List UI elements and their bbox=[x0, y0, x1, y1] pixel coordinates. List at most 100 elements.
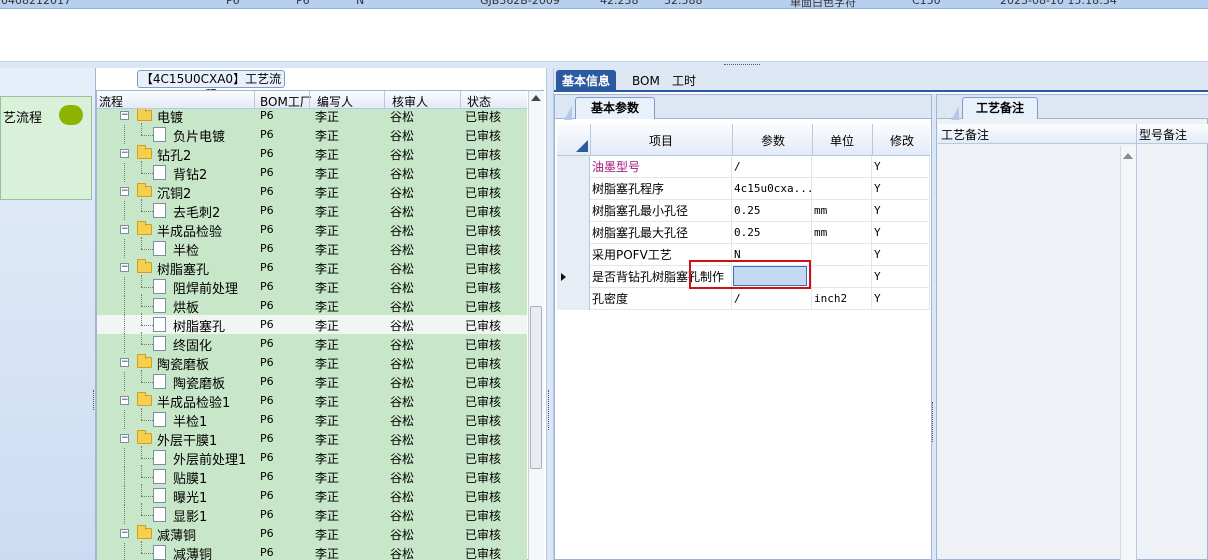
document-icon bbox=[153, 507, 166, 522]
tab-bom[interactable]: BOM bbox=[626, 70, 666, 92]
params-cell-value[interactable]: / bbox=[732, 288, 812, 310]
collapse-toggle-icon[interactable]: − bbox=[120, 434, 129, 443]
row-indicator[interactable] bbox=[557, 266, 590, 288]
top-grid-area bbox=[0, 10, 1208, 62]
params-cell-value[interactable]: 0.25 bbox=[732, 200, 812, 222]
column-header-status[interactable]: 状态 bbox=[467, 93, 491, 110]
column-header-item[interactable]: 项目 bbox=[649, 132, 673, 149]
tree-cell-writer: 李正 bbox=[315, 167, 340, 181]
tree-row[interactable]: − 电镀 P6 李正 谷松 已审核 bbox=[97, 109, 527, 126]
tree-row[interactable]: − 外层干膜1 P6 李正 谷松 已审核 bbox=[97, 429, 527, 449]
params-row[interactable]: 树脂塞孔程序 4c15u0cxa... Y bbox=[557, 178, 930, 200]
collapse-toggle-icon[interactable]: − bbox=[120, 111, 129, 120]
detail-tabs: 基本信息 BOM 工时 bbox=[554, 68, 1208, 92]
params-row[interactable]: 孔密度 / inch2 Y bbox=[557, 288, 930, 310]
column-header-process[interactable]: 流程 bbox=[99, 93, 123, 110]
params-row[interactable]: 树脂塞孔最小孔径 0.25 mm Y bbox=[557, 200, 930, 222]
tree-row[interactable]: 陶瓷磨板 P6 李正 谷松 已审核 bbox=[97, 370, 527, 392]
params-cell-unit: mm bbox=[812, 200, 872, 222]
tree-connector bbox=[124, 467, 125, 486]
tree-row[interactable]: 显影1 P6 李正 谷松 已审核 bbox=[97, 503, 527, 525]
params-row[interactable]: 油墨型号 / Y bbox=[557, 156, 930, 178]
column-header-unit[interactable]: 单位 bbox=[830, 132, 854, 149]
params-cell-modified: Y bbox=[872, 288, 930, 310]
params-cell-value[interactable]: 4c15u0cxa... bbox=[732, 178, 812, 200]
tree-row[interactable]: 半检 P6 李正 谷松 已审核 bbox=[97, 237, 527, 259]
column-header-bom[interactable]: BOM工厂 bbox=[260, 93, 312, 110]
tree-cell-writer: 李正 bbox=[315, 129, 340, 143]
vertical-splitter[interactable] bbox=[546, 68, 554, 560]
tree-row[interactable]: 背钻2 P6 李正 谷松 已审核 bbox=[97, 161, 527, 183]
tree-row[interactable]: 烘板 P6 李正 谷松 已审核 bbox=[97, 294, 527, 316]
column-header-modified[interactable]: 修改 bbox=[890, 132, 914, 149]
params-cell-unit: mm bbox=[812, 222, 872, 244]
tree-row[interactable]: − 半成品检验1 P6 李正 谷松 已审核 bbox=[97, 391, 527, 411]
tree-row[interactable]: 贴膜1 P6 李正 谷松 已审核 bbox=[97, 465, 527, 487]
tree-scroll-thumb[interactable] bbox=[530, 306, 542, 469]
tree-cell-status: 已审核 bbox=[465, 186, 502, 200]
tree-cell-bom: P6 bbox=[260, 166, 274, 179]
scroll-up-icon[interactable] bbox=[531, 95, 541, 101]
tree-row[interactable]: − 减薄铜 P6 李正 谷松 已审核 bbox=[97, 524, 527, 544]
tree-cell-reviewer: 谷松 bbox=[390, 148, 415, 162]
row-indicator[interactable] bbox=[557, 156, 590, 178]
tree-row[interactable]: 减薄铜 P6 李正 谷松 已审核 bbox=[97, 541, 527, 560]
tree-row[interactable]: − 半成品检验 P6 李正 谷松 已审核 bbox=[97, 220, 527, 240]
tree-row[interactable]: 树脂塞孔 P6 李正 谷松 已审核 bbox=[97, 313, 527, 335]
params-cell-value[interactable]: / bbox=[732, 156, 812, 178]
column-header-writer[interactable]: 编写人 bbox=[317, 93, 353, 110]
splitter-grip[interactable] bbox=[932, 402, 935, 442]
document-icon bbox=[153, 298, 166, 313]
document-icon bbox=[153, 450, 166, 465]
collapse-toggle-icon[interactable]: − bbox=[120, 529, 129, 538]
tree-row[interactable]: 外层前处理1 P6 李正 谷松 已审核 bbox=[97, 446, 527, 468]
column-header-reviewer[interactable]: 核审人 bbox=[392, 93, 428, 110]
remarks-scrollbar[interactable] bbox=[1120, 146, 1136, 560]
tree-row[interactable]: − 钻孔2 P6 李正 谷松 已审核 bbox=[97, 144, 527, 164]
splitter-grip[interactable] bbox=[548, 390, 551, 430]
tree-row[interactable]: 曝光1 P6 李正 谷松 已审核 bbox=[97, 484, 527, 506]
collapse-toggle-icon[interactable]: − bbox=[120, 225, 129, 234]
tree-connector bbox=[141, 332, 142, 344]
top-grid-row[interactable]: 10408212017 P6 P6 N GJB362B-2009 42.238 32.588… bbox=[0, 0, 1208, 9]
grid-corner-icon bbox=[576, 140, 588, 152]
row-indicator[interactable] bbox=[557, 244, 590, 266]
tab-process-remarks[interactable]: 工艺备注 bbox=[951, 97, 1038, 120]
comment-bubble-icon[interactable] bbox=[59, 105, 83, 125]
tree-connector bbox=[141, 325, 153, 326]
tree-cell-reviewer: 谷松 bbox=[390, 300, 415, 314]
collapse-toggle-icon[interactable]: − bbox=[120, 396, 129, 405]
collapse-toggle-icon[interactable]: − bbox=[120, 263, 129, 272]
tree-cell-writer: 李正 bbox=[315, 262, 340, 276]
column-header-model-remarks[interactable]: 型号备注 bbox=[1139, 126, 1187, 143]
tree-row[interactable]: 负片电镀 P6 李正 谷松 已审核 bbox=[97, 123, 527, 145]
tree-row[interactable]: 去毛刺2 P6 李正 谷松 已审核 bbox=[97, 199, 527, 221]
row-indicator[interactable] bbox=[557, 288, 590, 310]
tree-row[interactable]: 终固化 P6 李正 谷松 已审核 bbox=[97, 332, 527, 354]
collapse-toggle-icon[interactable]: − bbox=[120, 187, 129, 196]
tree-row[interactable]: 半检1 P6 李正 谷松 已审核 bbox=[97, 408, 527, 430]
tree-connector bbox=[124, 334, 125, 353]
tab-basic-info[interactable]: 基本信息 bbox=[556, 70, 617, 92]
collapse-toggle-icon[interactable]: − bbox=[120, 358, 129, 367]
tree-connector bbox=[141, 173, 153, 174]
tree-row[interactable]: − 沉铜2 P6 李正 谷松 已审核 bbox=[97, 182, 527, 202]
scroll-up-icon[interactable] bbox=[1123, 153, 1133, 159]
row-indicator[interactable] bbox=[557, 200, 590, 222]
params-cell-value[interactable]: 0.25 bbox=[732, 222, 812, 244]
tree-cell-name: 陶瓷磨板 bbox=[157, 358, 210, 373]
tree-connector bbox=[124, 543, 125, 560]
row-indicator[interactable] bbox=[557, 178, 590, 200]
row-indicator[interactable] bbox=[557, 222, 590, 244]
tree-row[interactable]: − 树脂塞孔 P6 李正 谷松 已审核 bbox=[97, 258, 527, 278]
tab-work-hours[interactable]: 工时 bbox=[666, 70, 702, 92]
column-header-process-remarks[interactable]: 工艺备注 bbox=[941, 126, 989, 143]
tab-basic-params[interactable]: 基本参数 bbox=[564, 97, 655, 120]
collapse-toggle-icon[interactable]: − bbox=[120, 149, 129, 158]
tree-row[interactable]: − 陶瓷磨板 P6 李正 谷松 已审核 bbox=[97, 353, 527, 373]
params-row[interactable]: 树脂塞孔最大孔径 0.25 mm Y bbox=[557, 222, 930, 244]
tree-connector bbox=[141, 408, 142, 420]
nav-item-process[interactable]: 艺流程 bbox=[0, 96, 92, 200]
tree-row[interactable]: 阻焊前处理 P6 李正 谷松 已审核 bbox=[97, 275, 527, 297]
column-header-value[interactable]: 参数 bbox=[761, 132, 785, 149]
